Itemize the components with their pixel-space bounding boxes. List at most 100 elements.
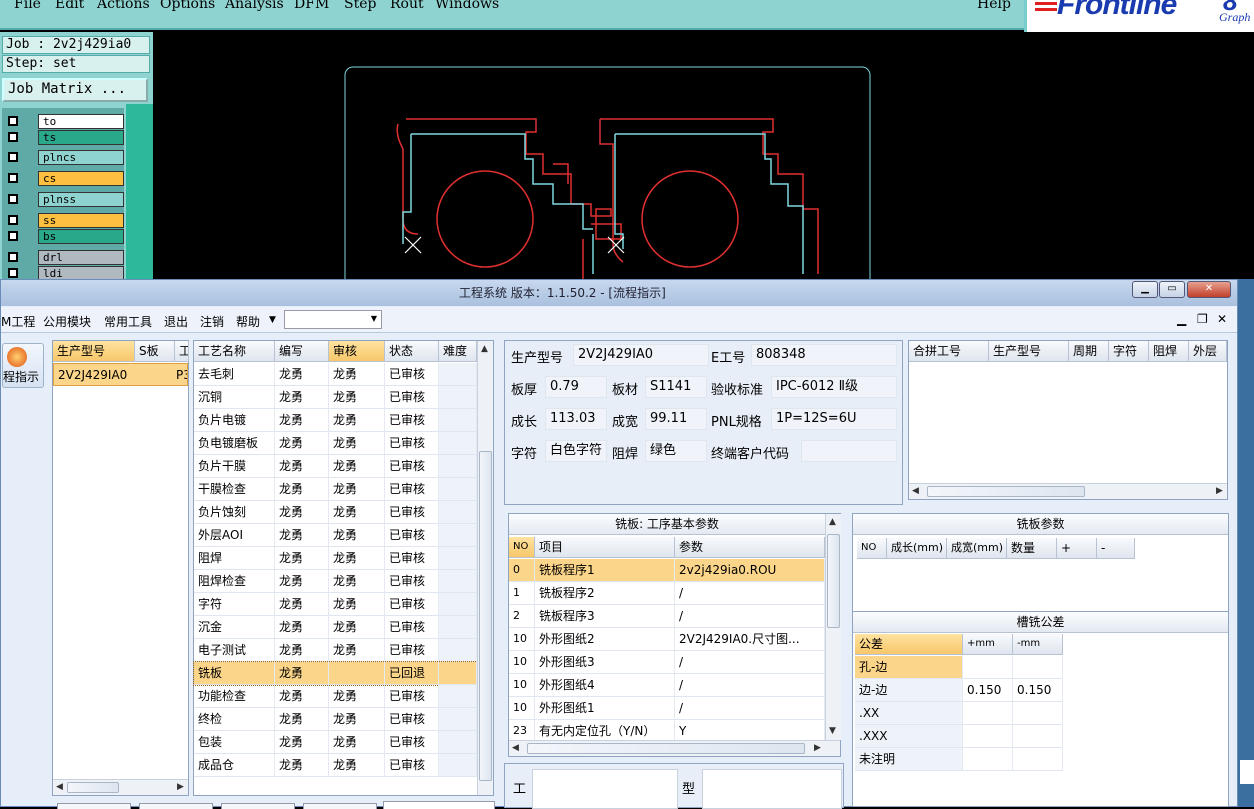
col-difficulty[interactable]: 难度: [439, 341, 477, 362]
menu-project[interactable]: M工程: [1, 313, 35, 330]
scroll-thumb[interactable]: [827, 534, 840, 628]
col-merge-mask[interactable]: 阻焊: [1149, 341, 1189, 362]
scroll-left-icon[interactable]: ◀: [912, 486, 919, 496]
mdi-close-icon[interactable]: ✕: [1217, 312, 1227, 326]
scroll-thumb[interactable]: [527, 743, 805, 754]
layer-row[interactable]: to: [4, 114, 124, 129]
col-merge-cycle[interactable]: 周期: [1069, 341, 1109, 362]
table-row[interactable]: 外层AOI 龙勇 龙勇 已审核: [194, 524, 477, 547]
table-row[interactable]: 功能检查 龙勇 龙勇 已审核: [194, 685, 477, 708]
scroll-left-icon[interactable]: ◀: [512, 743, 519, 753]
layer-row[interactable]: cs: [4, 171, 124, 186]
menu-edit[interactable]: Edit: [55, 0, 84, 12]
table-row[interactable]: 成品仓 龙勇 龙勇 已审核: [194, 754, 477, 777]
col-item[interactable]: 项目: [535, 537, 675, 558]
params-hscroll[interactable]: ◀ ▶: [509, 740, 840, 756]
table-row[interactable]: 沉金 龙勇 龙勇 已审核: [194, 616, 477, 639]
close-button[interactable]: ✕: [1187, 281, 1231, 298]
layer-checkbox[interactable]: [8, 194, 18, 204]
table-row[interactable]: 负片蚀刻 龙勇 龙勇 已审核: [194, 501, 477, 524]
scroll-left-icon[interactable]: ◀: [56, 782, 63, 792]
menu-dfm[interactable]: DFM: [294, 0, 329, 12]
menu-rout[interactable]: Rout: [390, 0, 424, 12]
col-model[interactable]: 生产型号: [53, 341, 135, 362]
menu-windows[interactable]: Windows: [435, 0, 499, 12]
col-merge-model[interactable]: 生产型号: [989, 341, 1069, 362]
table-row[interactable]: 沉铜 龙勇 龙勇 已审核: [194, 386, 477, 409]
layer-row[interactable]: bs: [4, 229, 124, 244]
col-process-name[interactable]: 工艺名称: [194, 341, 275, 362]
table-row[interactable]: 阻焊 龙勇 龙勇 已审核: [194, 547, 477, 570]
layer-row[interactable]: ss: [4, 213, 124, 228]
table-row[interactable]: 字符 龙勇 龙勇 已审核: [194, 593, 477, 616]
table-row[interactable]: 孔-边: [853, 656, 1065, 679]
layer-row[interactable]: drl: [4, 250, 124, 265]
scroll-up-icon[interactable]: ▲: [829, 517, 836, 527]
menu-step[interactable]: Step: [344, 0, 376, 12]
table-row[interactable]: .XXX: [853, 725, 1065, 748]
table-row[interactable]: 2 铣板程序3/: [509, 605, 825, 628]
graphic-canvas[interactable]: [153, 34, 1254, 308]
layer-row[interactable]: plnss: [4, 192, 124, 207]
layer-checkbox[interactable]: [8, 268, 18, 278]
layer-checkbox[interactable]: [8, 252, 18, 262]
bottom-button[interactable]: [57, 803, 131, 809]
col-tolerance[interactable]: 公差: [855, 634, 963, 655]
table-row[interactable]: 10 外形图纸4/: [509, 674, 825, 697]
table-row[interactable]: 铣板 龙勇 已回退: [193, 661, 478, 686]
col-mill-width[interactable]: 成宽(mm): [947, 538, 1007, 559]
layer-checkbox[interactable]: [8, 152, 18, 162]
table-row[interactable]: 负片电镀 龙勇 龙勇 已审核: [194, 409, 477, 432]
col-mill-no[interactable]: NO: [857, 538, 887, 559]
table-row[interactable]: 负电镀磨板 龙勇 龙勇 已审核: [194, 432, 477, 455]
scroll-down-icon[interactable]: ▼: [829, 726, 836, 736]
col-s-board[interactable]: S板: [135, 341, 175, 362]
col-mill-plus[interactable]: +: [1057, 538, 1097, 559]
job-matrix-button[interactable]: Job Matrix ...: [2, 78, 148, 102]
col-merge-no[interactable]: 合拼工号: [909, 341, 989, 362]
process-vscroll[interactable]: ▲: [477, 341, 493, 795]
table-row[interactable]: 10 外形图纸2 2V2J429IA0.尺寸图...: [509, 628, 825, 651]
scroll-thumb[interactable]: [927, 486, 1085, 497]
col-status[interactable]: 状态: [385, 341, 439, 362]
layer-checkbox[interactable]: [8, 173, 18, 183]
scroll-thumb[interactable]: [479, 451, 492, 781]
scroll-up-icon[interactable]: ▲: [481, 344, 488, 354]
menu-common-module[interactable]: 公用模块: [43, 313, 91, 330]
table-row[interactable]: 边-边 0.150 0.150: [853, 679, 1065, 702]
col-minus-mm[interactable]: -mm: [1013, 634, 1063, 655]
model-row[interactable]: 2V2J429IA0 P3: [53, 363, 188, 386]
merge-hscroll[interactable]: ◀ ▶: [909, 483, 1227, 499]
menu-exit[interactable]: 退出: [164, 313, 188, 330]
table-row[interactable]: 未注明: [853, 748, 1065, 771]
params-vscroll[interactable]: ▲ ▼: [825, 514, 841, 740]
bottom-field-b[interactable]: [702, 769, 842, 809]
menu-actions[interactable]: Actions: [97, 0, 150, 12]
bottom-button[interactable]: [303, 803, 377, 809]
menu-tools[interactable]: 常用工具: [104, 313, 152, 330]
model-hscroll[interactable]: ◀ ▶: [53, 779, 188, 795]
minimize-button[interactable]: ▁: [1132, 281, 1158, 298]
col-merge-outer[interactable]: 外层: [1189, 341, 1227, 362]
col-mill-qty[interactable]: 数量: [1007, 538, 1057, 559]
table-row[interactable]: 阻焊检查 龙勇 龙勇 已审核: [194, 570, 477, 593]
col-mill-minus[interactable]: -: [1097, 538, 1135, 559]
mdi-restore-icon[interactable]: ❐: [1197, 312, 1208, 326]
table-row[interactable]: 0 铣板程序1 2v2j429ia0.ROU: [509, 559, 825, 582]
toolbar-combo[interactable]: ▼: [284, 310, 382, 329]
layer-row[interactable]: plncs: [4, 150, 124, 165]
menu-logout[interactable]: 注销: [200, 313, 224, 330]
col-mill-length[interactable]: 成长(mm): [887, 538, 947, 559]
scroll-thumb[interactable]: [67, 782, 119, 793]
table-row[interactable]: 1 铣板程序2/: [509, 582, 825, 605]
col-merge-char[interactable]: 字符: [1109, 341, 1149, 362]
col-plus-mm[interactable]: +mm: [963, 634, 1013, 655]
bottom-button[interactable]: [139, 803, 213, 809]
scroll-right-icon[interactable]: ▶: [177, 782, 184, 792]
menu-help[interactable]: 帮助: [236, 313, 260, 330]
table-row[interactable]: 10 外形图纸1/: [509, 697, 825, 720]
menu-help[interactable]: Help: [977, 0, 1011, 12]
menu-analysis[interactable]: Analysis: [225, 0, 284, 12]
mdi-minimize-icon[interactable]: ▁: [1177, 312, 1186, 326]
layer-checkbox[interactable]: [8, 231, 18, 241]
